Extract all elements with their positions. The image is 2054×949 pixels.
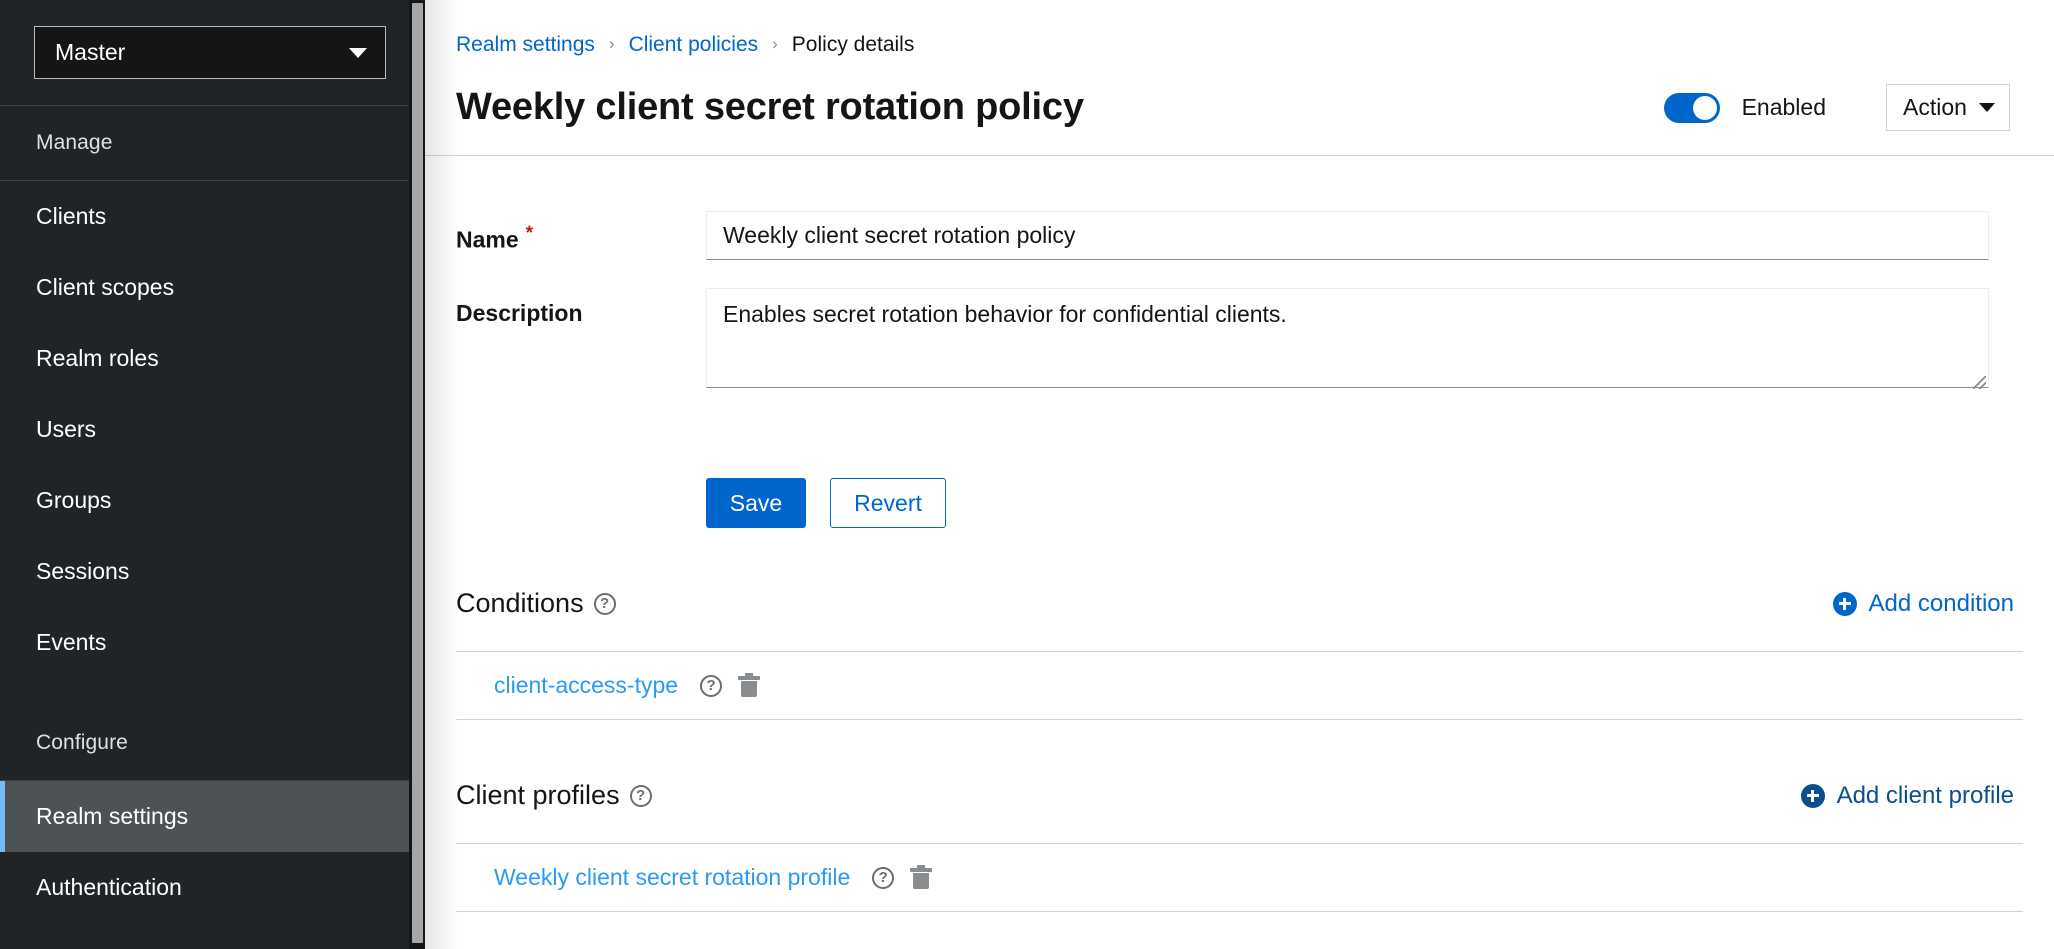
title-row: Weekly client secret rotation policy Ena… <box>456 84 2010 155</box>
form-actions-wrap: Save Revert <box>706 421 2023 528</box>
client-profiles-header: Client profiles ? Add client profile <box>456 780 2023 811</box>
conditions-header: Conditions ? Add condition <box>456 588 2023 619</box>
client-profile-row: Weekly client secret rotation profile ? <box>456 844 2023 912</box>
sidebar-item-authentication[interactable]: Authentication <box>0 852 425 923</box>
sidebar-item-users[interactable]: Users <box>0 394 425 465</box>
realm-selector-container: Master <box>0 0 425 105</box>
description-label: Description <box>456 288 706 327</box>
save-button[interactable]: Save <box>706 478 806 528</box>
main-content: Realm settings › Client policies › Polic… <box>425 0 2054 949</box>
policy-form: Name * Description <box>425 156 2054 528</box>
sidebar-scrollbar[interactable] <box>409 0 425 949</box>
keycloak-admin-console: Master Manage Clients Client scopes Real… <box>0 0 2054 949</box>
action-dropdown-label: Action <box>1903 94 1967 121</box>
button-row: Save Revert <box>706 478 1989 528</box>
client-profiles-title: Client profiles <box>456 780 620 811</box>
client-profiles-section: Client profiles ? Add client profile Wee… <box>425 780 2054 912</box>
header-actions: Enabled Action <box>1664 84 2010 131</box>
name-label: Name * <box>456 211 706 254</box>
sidebar-item-client-scopes[interactable]: Client scopes <box>0 252 425 323</box>
delete-condition-icon[interactable] <box>738 674 760 698</box>
client-profiles-list: Weekly client secret rotation profile ? <box>456 843 2023 912</box>
client-profile-link[interactable]: Weekly client secret rotation profile <box>494 864 850 891</box>
add-client-profile-button[interactable]: Add client profile <box>1801 782 2023 810</box>
realm-selector[interactable]: Master <box>34 26 386 79</box>
trash-can <box>741 681 757 697</box>
name-input[interactable] <box>706 211 1989 260</box>
form-actions-row: Save Revert <box>456 421 2023 528</box>
description-field-wrap <box>706 288 2023 393</box>
name-field-wrap <box>706 211 2023 260</box>
nav-section-manage-title: Manage <box>0 106 425 180</box>
plus-circle-icon <box>1833 592 1857 616</box>
enabled-toggle-label: Enabled <box>1742 94 1826 121</box>
trash-can <box>913 873 929 889</box>
chevron-down-icon <box>349 48 367 58</box>
nav-section-configure-title: Configure <box>0 706 425 780</box>
breadcrumb-item-client-policies[interactable]: Client policies <box>629 33 759 57</box>
sidebar: Master Manage Clients Client scopes Real… <box>0 0 425 949</box>
condition-link[interactable]: client-access-type <box>494 672 678 699</box>
action-dropdown-button[interactable]: Action <box>1886 84 2010 131</box>
caret-down-icon <box>1979 103 1995 112</box>
sidebar-item-sessions[interactable]: Sessions <box>0 536 425 607</box>
required-marker: * <box>526 223 533 244</box>
sidebar-item-events[interactable]: Events <box>0 607 425 678</box>
plus-circle-icon <box>1801 784 1825 808</box>
toggle-knob <box>1693 96 1717 120</box>
realm-selector-value: Master <box>55 39 125 66</box>
conditions-title: Conditions <box>456 588 584 619</box>
help-circle-icon[interactable]: ? <box>700 675 722 697</box>
sidebar-item-realm-roles[interactable]: Realm roles <box>0 323 425 394</box>
breadcrumb-separator-icon: › <box>609 34 615 54</box>
breadcrumb: Realm settings › Client policies › Polic… <box>456 30 2010 60</box>
nav-spacer <box>0 678 425 706</box>
breadcrumb-separator-icon: › <box>772 34 778 54</box>
sidebar-scrollbar-thumb[interactable] <box>412 3 423 943</box>
delete-client-profile-icon[interactable] <box>910 866 932 890</box>
page-title: Weekly client secret rotation policy <box>456 86 1084 129</box>
breadcrumb-item-policy-details: Policy details <box>792 33 915 57</box>
breadcrumb-item-realm-settings[interactable]: Realm settings <box>456 33 595 57</box>
name-field-row: Name * <box>456 211 2023 260</box>
conditions-section: Conditions ? Add condition client-access… <box>425 588 2054 720</box>
sidebar-item-groups[interactable]: Groups <box>0 465 425 536</box>
add-condition-button[interactable]: Add condition <box>1833 590 2023 618</box>
add-condition-label: Add condition <box>1869 590 2014 618</box>
help-circle-icon[interactable]: ? <box>630 785 652 807</box>
revert-button[interactable]: Revert <box>830 478 946 528</box>
name-label-text: Name <box>456 227 519 253</box>
help-circle-icon[interactable]: ? <box>594 593 616 615</box>
trash-lid <box>910 868 932 872</box>
condition-row: client-access-type ? <box>456 652 2023 720</box>
help-circle-icon[interactable]: ? <box>872 867 894 889</box>
page-header: Realm settings › Client policies › Polic… <box>425 0 2054 155</box>
sidebar-item-realm-settings[interactable]: Realm settings <box>0 781 425 852</box>
sidebar-item-clients[interactable]: Clients <box>0 181 425 252</box>
form-actions-spacer <box>456 421 706 433</box>
add-client-profile-label: Add client profile <box>1837 782 2014 810</box>
description-field-row: Description <box>456 288 2023 393</box>
description-textarea-box <box>706 288 1989 393</box>
enabled-toggle[interactable] <box>1664 93 1720 123</box>
trash-lid <box>738 676 760 680</box>
conditions-list: client-access-type ? <box>456 651 2023 720</box>
description-textarea[interactable] <box>706 288 1989 388</box>
